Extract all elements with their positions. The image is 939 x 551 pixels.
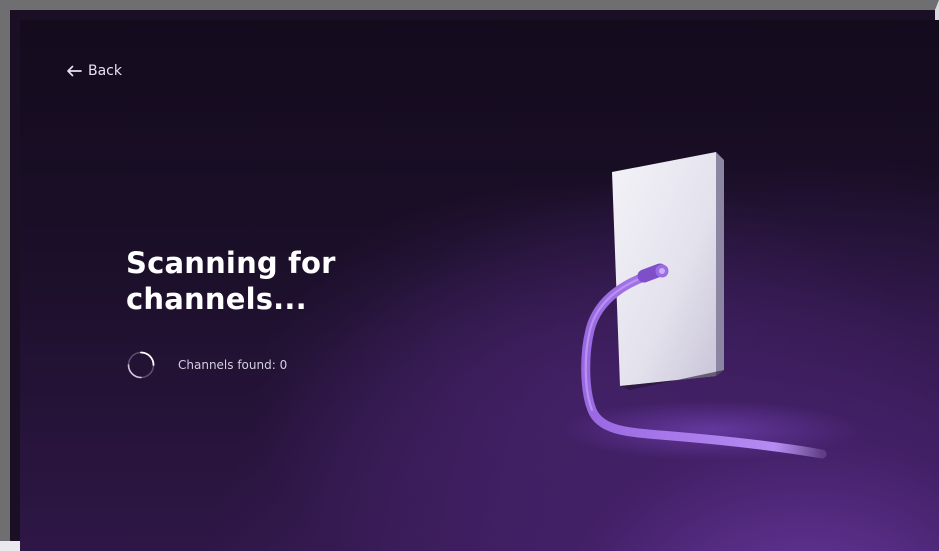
scan-status: Channels found: 0 (126, 350, 287, 380)
back-label: Back (88, 63, 122, 79)
channels-found-text: Channels found: 0 (178, 358, 288, 372)
page-title: Scanning for channels... (126, 245, 426, 317)
channel-scan-screen: Back Scanning for channels... Channels f… (20, 20, 939, 551)
page-title-line-1: Scanning for (126, 246, 336, 280)
loading-spinner-icon (127, 351, 155, 379)
antenna-cable-wall-outlet-illustration (560, 152, 860, 460)
back-button[interactable]: Back (66, 63, 122, 79)
page-title-line-2: channels... (126, 282, 307, 316)
tv-screen-frame: Back Scanning for channels... Channels f… (0, 0, 939, 551)
arrow-left-icon (67, 65, 82, 77)
